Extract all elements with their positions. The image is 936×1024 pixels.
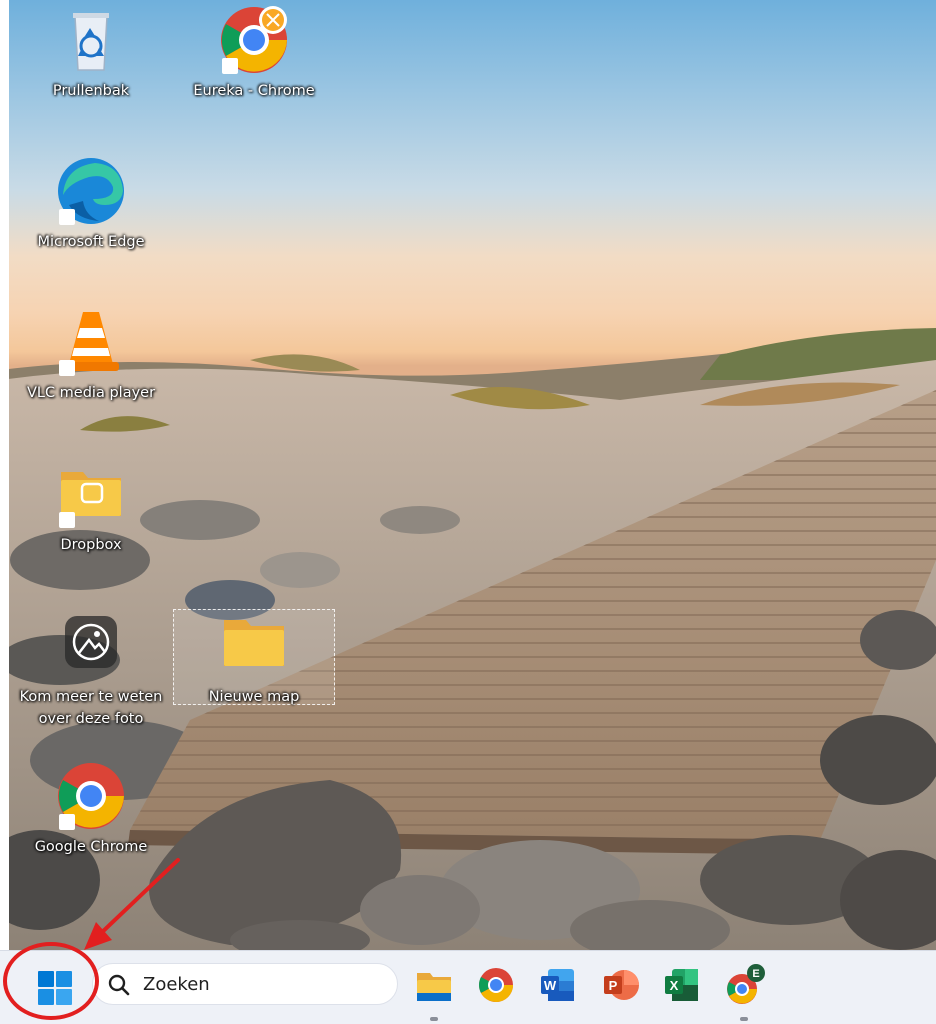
search-box[interactable]: Zoeken (92, 963, 398, 1005)
desktop[interactable]: Prullenbak Eureka - Chrome Microsoft Edg… (0, 0, 936, 950)
running-indicator (430, 1017, 438, 1021)
desktop-icon-recycle-bin[interactable]: Prullenbak (16, 4, 166, 102)
desktop-icon-label: Microsoft Edge (37, 234, 145, 250)
chrome-profile-icon: E (727, 964, 765, 1004)
taskbar-app-chrome[interactable] (472, 963, 520, 1011)
desktop-icon-label: Dropbox (60, 537, 122, 553)
search-placeholder: Zoeken (143, 974, 210, 995)
desktop-icon-dropbox[interactable]: Dropbox (16, 458, 166, 556)
shortcut-arrow-icon (59, 512, 75, 528)
camera-info-icon (55, 610, 127, 682)
windows-start-icon (38, 971, 72, 1005)
file-explorer-icon (417, 973, 451, 1001)
taskbar-app-excel[interactable]: X (658, 963, 706, 1011)
word-icon: W (541, 969, 574, 1001)
taskbar-app-word[interactable]: W (534, 963, 582, 1011)
shortcut-arrow-icon (59, 209, 75, 225)
chrome-profile-icon (218, 4, 290, 76)
taskbar: Zoeken W P X E (0, 950, 936, 1024)
desktop-icon-eureka-chrome[interactable]: Eureka - Chrome (179, 4, 329, 102)
shortcut-arrow-icon (59, 814, 75, 830)
search-icon (108, 974, 130, 996)
label-line-1: Kom meer te weten (19, 689, 163, 705)
label-line-2: over deze foto (38, 711, 144, 727)
desktop-icon-vlc[interactable]: VLC media player (16, 306, 166, 404)
chrome-icon (55, 760, 127, 832)
powerpoint-icon: P (604, 970, 639, 1000)
desktop-icon-learn-about-photo[interactable]: Kom meer te weten over deze foto (16, 610, 166, 730)
start-button[interactable] (22, 961, 88, 1015)
desktop-icon-label: VLC media player (26, 385, 156, 401)
excel-icon: X (665, 969, 698, 1001)
screen-edge (0, 0, 9, 950)
desktop-icon-label: Prullenbak (52, 83, 130, 99)
shortcut-arrow-icon (222, 58, 238, 74)
edge-icon (55, 155, 127, 227)
chrome-icon (479, 968, 513, 1002)
taskbar-app-powerpoint[interactable]: P (596, 963, 644, 1011)
desktop-icon-label: Eureka - Chrome (193, 83, 315, 99)
svg-text:E: E (752, 968, 759, 980)
running-indicator (740, 1017, 748, 1021)
svg-text:W: W (544, 978, 557, 993)
desktop-icon-label: Kom meer te weten over deze foto (16, 686, 166, 730)
desktop-icon-label: Google Chrome (34, 839, 148, 855)
desktop-icon-new-folder[interactable]: Nieuwe map (179, 610, 329, 708)
desktop-icon-label: Nieuwe map (208, 689, 300, 705)
folder-icon (218, 610, 290, 682)
desktop-icon-google-chrome[interactable]: Google Chrome (16, 760, 166, 858)
taskbar-app-file-explorer[interactable] (410, 963, 458, 1021)
shortcut-arrow-icon (59, 360, 75, 376)
svg-text:X: X (670, 978, 679, 993)
taskbar-app-chrome-profile[interactable]: E (720, 963, 768, 1021)
vlc-icon (55, 306, 127, 378)
svg-text:P: P (609, 978, 618, 993)
desktop-icon-microsoft-edge[interactable]: Microsoft Edge (16, 155, 166, 253)
recycle-bin-icon (55, 4, 127, 76)
dropbox-folder-icon (55, 458, 127, 530)
